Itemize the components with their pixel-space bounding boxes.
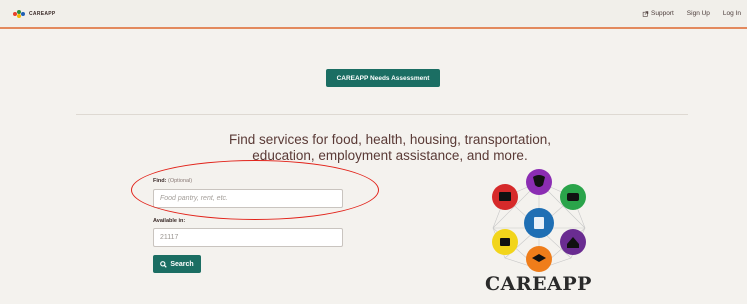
careapp-services-logo <box>492 169 586 272</box>
careapp-wordmark: CAREAPP <box>485 273 592 295</box>
search-button-label: Search <box>170 260 194 268</box>
needs-assessment-button[interactable]: CAREAPP Needs Assessment <box>326 69 440 87</box>
signup-link[interactable]: Sign Up <box>687 10 710 17</box>
available-in-label: Available in: <box>153 218 186 224</box>
external-link-icon <box>642 10 649 17</box>
top-navigation-bar: CAREAPP Support Sign Up Log In <box>0 0 747 29</box>
careapp-logo-icon <box>13 10 26 18</box>
page-headline: Find services for food, health, housing,… <box>229 132 551 163</box>
search-button[interactable]: Search <box>153 255 201 273</box>
divider <box>76 114 688 115</box>
brand[interactable]: CAREAPP <box>13 10 56 18</box>
support-link[interactable]: Support <box>642 10 674 17</box>
search-icon <box>160 260 168 268</box>
location-input[interactable]: 21117 <box>153 228 343 247</box>
support-label: Support <box>651 10 674 17</box>
brand-name: CAREAPP <box>29 11 56 17</box>
nav-links: Support Sign Up Log In <box>642 10 741 17</box>
annotation-ellipse <box>131 160 379 220</box>
login-link[interactable]: Log In <box>723 10 741 17</box>
